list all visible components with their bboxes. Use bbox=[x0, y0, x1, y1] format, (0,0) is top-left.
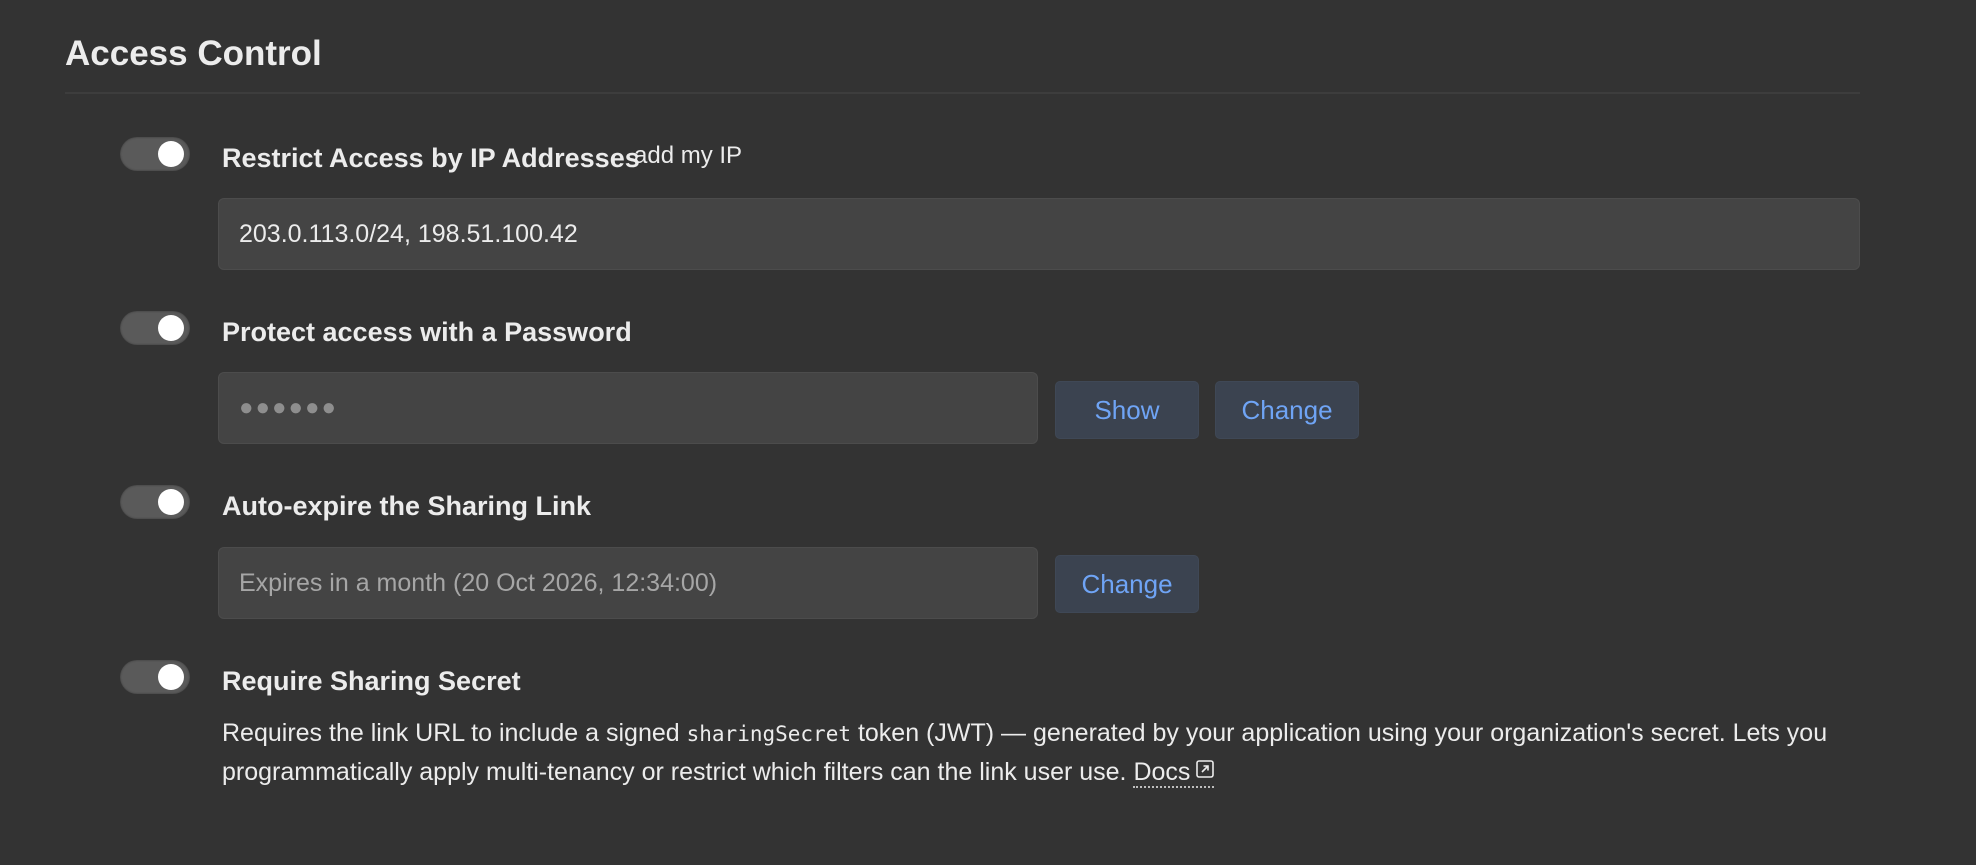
sharing-secret-description: Requires the link URL to include a signe… bbox=[222, 714, 1872, 791]
password-label: Protect access with a Password bbox=[222, 317, 632, 347]
sharing-secret-label: Require Sharing Secret bbox=[222, 666, 521, 696]
show-password-button[interactable]: Show bbox=[1055, 381, 1199, 439]
ip-addresses-input[interactable]: 203.0.113.0/24, 198.51.100.42 bbox=[218, 198, 1860, 270]
add-my-ip-link[interactable]: add my IP bbox=[634, 139, 742, 173]
toggle-knob bbox=[158, 141, 184, 167]
docs-link-label: Docs bbox=[1133, 758, 1191, 786]
password-toggle[interactable] bbox=[120, 311, 190, 345]
sharing-secret-code: sharingSecret bbox=[686, 722, 851, 746]
auto-expire-label: Auto-expire the Sharing Link bbox=[222, 491, 592, 521]
ip-restriction-label: Restrict Access by IP Addresses bbox=[222, 143, 640, 173]
toggle-knob bbox=[158, 489, 184, 515]
sharing-secret-toggle[interactable] bbox=[120, 660, 190, 694]
section-divider bbox=[65, 92, 1860, 94]
external-link-icon bbox=[1196, 760, 1215, 778]
ip-restriction-toggle[interactable] bbox=[120, 137, 190, 171]
description-text: Requires the link URL to include a signe… bbox=[222, 719, 687, 747]
toggle-knob bbox=[158, 315, 184, 341]
change-expiry-button[interactable]: Change bbox=[1055, 555, 1199, 613]
docs-link[interactable]: Docs bbox=[1133, 758, 1215, 788]
expiry-field[interactable]: Expires in a month (20 Oct 2026, 12:34:0… bbox=[218, 547, 1038, 619]
password-field[interactable]: ●●●●●● bbox=[218, 372, 1038, 444]
auto-expire-toggle[interactable] bbox=[120, 485, 190, 519]
toggle-knob bbox=[158, 664, 184, 690]
change-password-button[interactable]: Change bbox=[1215, 381, 1359, 439]
section-title: Access Control bbox=[65, 34, 322, 73]
